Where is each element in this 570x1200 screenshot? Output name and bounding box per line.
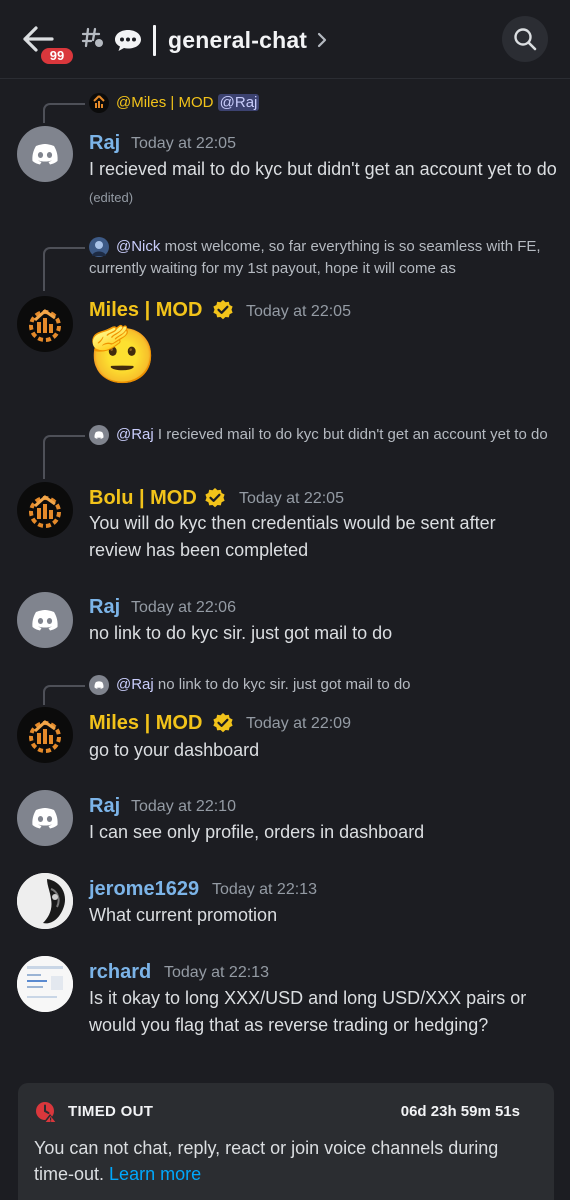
message-timestamp: Today at 22:05 (131, 135, 236, 152)
message-author[interactable]: Miles | MOD (89, 297, 202, 323)
reply-avatar (89, 93, 109, 113)
logo-icon (29, 720, 61, 753)
channel-header: 99 general-chat (0, 0, 570, 79)
reply-author: @Raj (116, 426, 154, 443)
reply-preview[interactable]: @Raj no link to do kyc sir. just got mai… (116, 674, 411, 696)
message-body: I recieved mail to do kyc but didn't get… (89, 156, 559, 211)
discord-logo-icon (32, 808, 58, 829)
message-author[interactable]: Raj (89, 793, 120, 819)
discord-logo-icon (32, 610, 58, 631)
edited-label: (edited) (89, 190, 134, 205)
reply-connector (43, 103, 85, 123)
timeout-countdown: 06d 23h 59m 51s (400, 1103, 520, 1120)
message-author[interactable]: rchard (89, 959, 151, 985)
reply-connector (43, 247, 85, 291)
avatar[interactable] (17, 592, 73, 648)
avatar[interactable] (17, 707, 73, 763)
user-avatar-image (17, 956, 73, 1012)
message-text: Is it okay to long XXX/USD and long USD/… (89, 988, 527, 1035)
timeout-clock-icon (34, 1100, 58, 1124)
timeout-description: You can not chat, reply, react or join v… (34, 1135, 534, 1187)
search-icon (514, 28, 537, 51)
message-author[interactable]: Raj (89, 594, 120, 620)
learn-more-link[interactable]: Learn more (109, 1164, 201, 1184)
avatar[interactable] (17, 126, 73, 182)
reply-author: @Miles | MOD (116, 94, 214, 111)
timeout-notice: TIMED OUT 06d 23h 59m 51s You can not ch… (18, 1083, 554, 1200)
message-text: You will do kyc then credentials would b… (89, 513, 496, 560)
message-text: go to your dashboard (89, 740, 260, 760)
channel-name[interactable]: general-chat (168, 27, 307, 54)
avatar[interactable] (17, 482, 73, 538)
timeout-title: TIMED OUT (68, 1103, 154, 1120)
avatar[interactable] (17, 790, 73, 846)
avatar[interactable] (17, 956, 73, 1012)
message-author[interactable]: Miles | MOD (89, 710, 202, 736)
reply-avatar (89, 675, 109, 695)
message-timestamp: Today at 22:05 (246, 303, 351, 320)
message-author[interactable]: jerome1629 (89, 876, 199, 902)
unread-badge: 99 (38, 45, 76, 67)
logo-icon (29, 495, 61, 528)
hashtag-thread-icon (80, 26, 104, 50)
message-text: I can see only profile, orders in dashbo… (89, 822, 425, 842)
message-timestamp: Today at 22:10 (131, 798, 236, 815)
chat-bubble-icon (114, 28, 142, 52)
message-text: I recieved mail to do kyc but didn't get… (89, 159, 557, 179)
reply-mention[interactable]: @Raj (217, 94, 260, 111)
reply-author: @Nick (116, 238, 161, 255)
reply-connector (43, 435, 85, 479)
reply-preview[interactable]: @Raj I recieved mail to do kyc but didn'… (89, 424, 549, 446)
chevron-right-icon[interactable] (316, 31, 328, 49)
message-author[interactable]: Bolu | MOD (89, 485, 197, 511)
reply-snippet: I recieved mail to do kyc but didn't get… (157, 426, 548, 443)
discord-logo-icon (32, 144, 58, 165)
message-timestamp: Today at 22:09 (246, 715, 351, 732)
verified-check-icon (204, 487, 226, 509)
message-author[interactable]: Raj (89, 130, 120, 156)
user-avatar-image (17, 873, 73, 929)
timeout-text: You can not chat, reply, react or join v… (34, 1138, 499, 1184)
reply-connector (43, 685, 85, 705)
logo-icon (29, 309, 61, 342)
header-divider (153, 25, 156, 56)
search-button[interactable] (502, 16, 548, 62)
message-timestamp: Today at 22:05 (239, 490, 344, 507)
message-timestamp: Today at 22:13 (212, 881, 317, 898)
message-text: What current promotion (89, 905, 278, 925)
verified-check-icon (212, 712, 234, 734)
reply-author: @Raj (116, 676, 154, 693)
message-emoji[interactable]: 🫡 (89, 322, 169, 388)
reply-preview[interactable]: @Nick most welcome, so far everything is… (89, 236, 549, 280)
message-text: no link to do kyc sir. just got mail to … (89, 623, 393, 643)
avatar[interactable] (17, 296, 73, 352)
reply-snippet: no link to do kyc sir. just got mail to … (157, 676, 411, 693)
message-timestamp: Today at 22:06 (131, 599, 236, 616)
reply-preview[interactable]: @Miles | MOD @Raj (116, 92, 260, 114)
message-timestamp: Today at 22:13 (164, 964, 269, 981)
avatar[interactable] (17, 873, 73, 929)
verified-check-icon (212, 299, 234, 321)
